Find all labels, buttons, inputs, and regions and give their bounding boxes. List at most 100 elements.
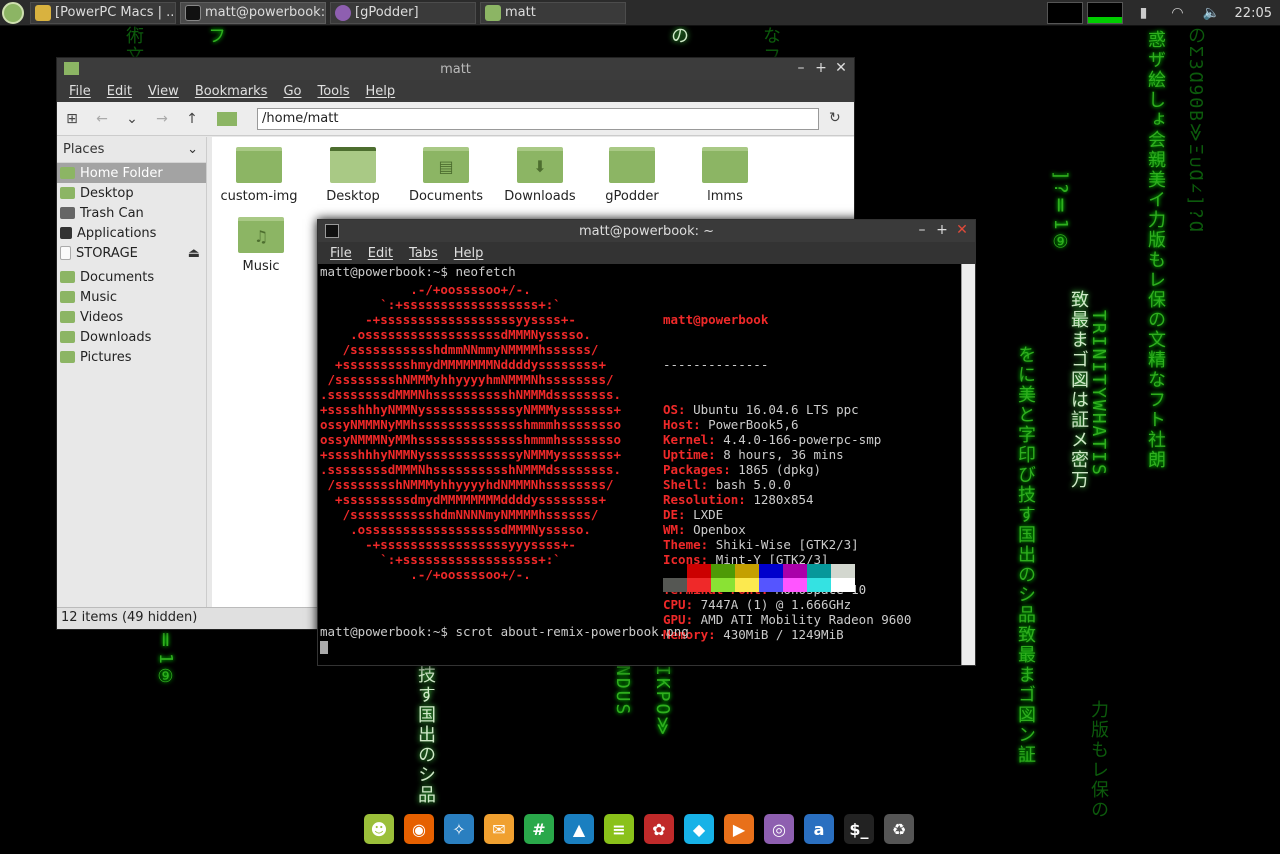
forward-icon[interactable]: → bbox=[147, 111, 177, 127]
file-item[interactable]: Desktop bbox=[308, 137, 398, 204]
eject-icon[interactable]: ⏏ bbox=[188, 246, 200, 261]
menu-view[interactable]: View bbox=[148, 84, 179, 99]
up-icon[interactable]: ↑ bbox=[177, 111, 207, 127]
menu-go[interactable]: Go bbox=[283, 84, 301, 99]
menu-tabs[interactable]: Tabs bbox=[409, 246, 438, 261]
home-icon[interactable] bbox=[217, 111, 237, 126]
menu-tools[interactable]: Tools bbox=[317, 84, 349, 99]
file-item[interactable]: lmms bbox=[680, 137, 770, 204]
terminal-scrollbar[interactable] bbox=[961, 264, 975, 665]
firefox-icon[interactable]: ◉ bbox=[404, 814, 434, 844]
player-icon[interactable]: ▶ bbox=[724, 814, 754, 844]
color-swatch bbox=[687, 564, 711, 578]
path-bar[interactable]: /home/matt bbox=[257, 108, 819, 130]
wifi-icon[interactable]: ◠ bbox=[1169, 4, 1187, 22]
folder-icon bbox=[60, 291, 75, 303]
ubuntu-logo-ascii: .-/+oossssoo+/-. `:+ssssssssssssssssss+:… bbox=[320, 282, 621, 582]
arch-icon[interactable]: ▲ bbox=[564, 814, 594, 844]
mail-icon[interactable]: ✉ bbox=[484, 814, 514, 844]
menu-help[interactable]: Help bbox=[366, 84, 396, 99]
amarok-icon[interactable]: a bbox=[804, 814, 834, 844]
bookmark-videos[interactable]: Videos bbox=[57, 307, 206, 327]
wine-icon[interactable]: ☻ bbox=[364, 814, 394, 844]
logo-line: .ossssssssssssssssssdMMMNysssso. bbox=[320, 327, 591, 342]
task-browser[interactable]: [PowerPC Macs | ... bbox=[30, 1, 176, 24]
color-swatch bbox=[735, 578, 759, 592]
menu-help[interactable]: Help bbox=[454, 246, 484, 261]
menu-edit[interactable]: Edit bbox=[107, 84, 132, 99]
task-file-manager[interactable]: matt bbox=[480, 1, 626, 24]
documents-folder-icon: ▤ bbox=[423, 147, 469, 183]
info-line: CPU: 7447A (1) @ 1.666GHz bbox=[663, 597, 852, 612]
color-swatch bbox=[735, 564, 759, 578]
notes-icon[interactable]: ≡ bbox=[604, 814, 634, 844]
minimize-button[interactable]: – bbox=[792, 60, 810, 76]
history-icon[interactable]: ⌄ bbox=[117, 111, 147, 127]
file-item[interactable]: ▤ Documents bbox=[401, 137, 491, 204]
drive-icon bbox=[60, 246, 71, 260]
logo-line: /sssssssshNMMMyhhyyyyhdNMMMNhssssssss/ bbox=[320, 477, 614, 492]
terminal-icon bbox=[185, 4, 201, 21]
volume-icon[interactable]: 🔈 bbox=[1203, 4, 1221, 22]
refresh-icon[interactable]: ↻ bbox=[829, 110, 841, 126]
logo-line: ossyNMMMNyMMhsssssssssssssshmmmhssssssso bbox=[320, 432, 622, 447]
terminal-icon[interactable]: $_ bbox=[844, 814, 874, 844]
logo-line: `:+ssssssssssssssssss+:` bbox=[320, 297, 561, 312]
place-trash[interactable]: Trash Can bbox=[57, 203, 206, 223]
prompt-line: matt@powerbook:~$ neofetch bbox=[320, 264, 516, 279]
hexchat-icon[interactable]: # bbox=[524, 814, 554, 844]
color-palette bbox=[663, 564, 855, 592]
color-swatch bbox=[831, 578, 855, 592]
kodi-icon[interactable]: ◆ bbox=[684, 814, 714, 844]
new-tab-icon[interactable]: ⊞ bbox=[57, 111, 87, 127]
fm-titlebar[interactable]: matt – + ✕ bbox=[57, 58, 854, 80]
menu-edit[interactable]: Edit bbox=[368, 246, 393, 261]
minimize-button[interactable]: – bbox=[913, 222, 931, 238]
close-button[interactable]: ✕ bbox=[832, 60, 850, 76]
place-desktop[interactable]: Desktop bbox=[57, 183, 206, 203]
trash-icon[interactable]: ♻ bbox=[884, 814, 914, 844]
menu-file[interactable]: File bbox=[330, 246, 352, 261]
place-home-folder[interactable]: Home Folder bbox=[57, 163, 206, 183]
dock: ☻ ◉ ✧ ✉ # ▲ ≡ ✿ ◆ ▶ ◎ a $_ ♻ bbox=[364, 814, 914, 844]
clock[interactable]: 22:05 bbox=[1235, 6, 1272, 21]
terminal-window: matt@powerbook: ~ – + ✕ File Edit Tabs H… bbox=[317, 219, 976, 666]
menu-file[interactable]: File bbox=[69, 84, 91, 99]
place-storage[interactable]: STORAGE ⏏ bbox=[57, 243, 206, 263]
file-item[interactable]: gPodder bbox=[587, 137, 677, 204]
bookmark-music[interactable]: Music bbox=[57, 287, 206, 307]
safari-icon[interactable]: ✧ bbox=[444, 814, 474, 844]
file-item[interactable]: ♫ Music bbox=[216, 207, 306, 274]
terminal-output[interactable]: matt@powerbook:~$ neofetch .-/+oossssoo+… bbox=[318, 264, 963, 665]
chevron-down-icon: ⌄ bbox=[187, 142, 198, 157]
bookmark-pictures[interactable]: Pictures bbox=[57, 347, 206, 367]
file-item[interactable]: custom-img bbox=[214, 137, 304, 204]
gpodder-icon[interactable]: ◎ bbox=[764, 814, 794, 844]
task-gpodder[interactable]: [gPodder] bbox=[330, 1, 476, 24]
maximize-button[interactable]: + bbox=[812, 60, 830, 76]
logo-line: +ssssssssshmydMMMMMMMNddddyssssssss+ bbox=[320, 357, 606, 372]
color-swatch bbox=[759, 564, 783, 578]
maximize-button[interactable]: + bbox=[933, 222, 951, 238]
menu-bookmarks[interactable]: Bookmarks bbox=[195, 84, 268, 99]
task-terminal[interactable]: matt@powerbook: ~ bbox=[180, 1, 326, 24]
bookmark-documents[interactable]: Documents bbox=[57, 267, 206, 287]
podcast-icon bbox=[335, 4, 351, 21]
place-applications[interactable]: Applications bbox=[57, 223, 206, 243]
home-folder-icon bbox=[60, 167, 75, 179]
logo-line: .-/+oossssoo+/-. bbox=[320, 282, 531, 297]
close-button[interactable]: ✕ bbox=[953, 222, 971, 238]
places-header[interactable]: Places ⌄ bbox=[57, 137, 206, 163]
gimp-icon[interactable]: ✿ bbox=[644, 814, 674, 844]
app-menu-button[interactable] bbox=[2, 1, 24, 24]
battery-icon[interactable]: ▮ bbox=[1135, 4, 1153, 22]
logo-line: +sssssssssdmydMMMMMMMMddddyssssssss+ bbox=[320, 492, 606, 507]
trash-icon bbox=[60, 207, 75, 219]
info-line: Memory: 430MiB / 1249MiB bbox=[663, 627, 844, 642]
color-swatch bbox=[663, 578, 687, 592]
logo-line: .ssssssssdMMMNhsssssssssshNMMMdssssssss. bbox=[320, 462, 622, 477]
file-item[interactable]: ⬇ Downloads bbox=[495, 137, 585, 204]
back-icon[interactable]: ← bbox=[87, 111, 117, 127]
bookmark-downloads[interactable]: Downloads bbox=[57, 327, 206, 347]
terminal-titlebar[interactable]: matt@powerbook: ~ – + ✕ bbox=[318, 220, 975, 242]
